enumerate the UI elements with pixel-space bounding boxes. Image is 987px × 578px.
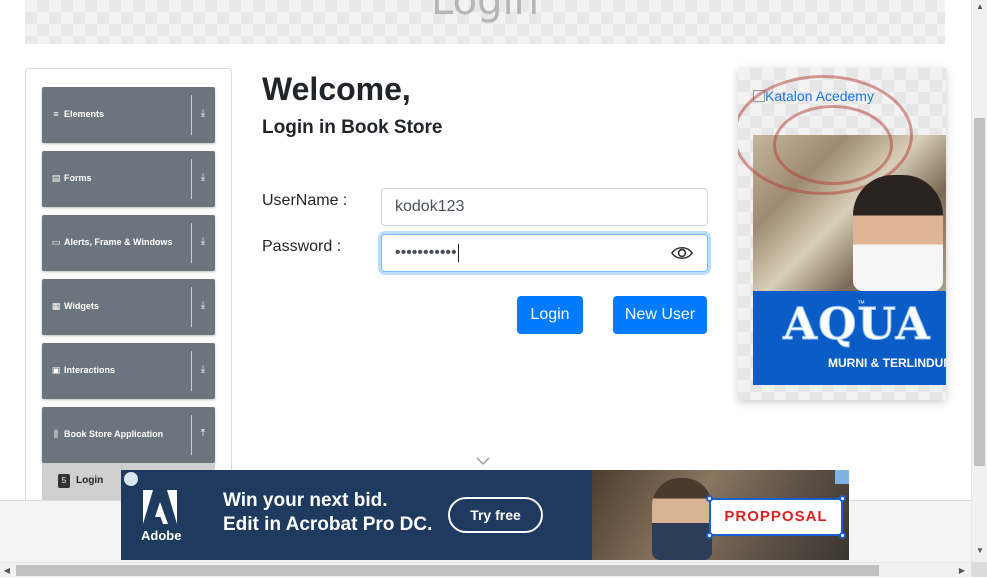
scroll-right-icon[interactable]: ▶ [955, 563, 969, 578]
proposal-label: PROPPOSAL [706, 495, 846, 539]
divider [191, 223, 192, 263]
sidebar: ≡ Elements ⤓ ▤ Forms ⤓ ▭ Alerts, Frame &… [25, 68, 232, 508]
ad-model-figure [853, 175, 943, 291]
page: Login ≡ Elements ⤓ ▤ Forms ⤓ ▭ Alerts, F… [0, 0, 971, 562]
ad-photo: PROPPOSAL [592, 470, 849, 560]
password-input[interactable]: ••••••••••• [381, 234, 708, 272]
list-icon: ▣ [51, 365, 61, 375]
new-user-button[interactable]: New User [613, 296, 707, 334]
carousel-decoration [773, 105, 893, 185]
vertical-scroll-thumb[interactable] [974, 118, 985, 466]
login-button[interactable]: Login [517, 296, 583, 334]
selection-handle [706, 495, 713, 502]
divider [191, 287, 192, 327]
page-header: Login [25, 0, 945, 44]
password-label: Password : [262, 238, 342, 255]
horizontal-scrollbar[interactable]: ◀ ▶ [0, 562, 971, 577]
ad-model-figure [652, 478, 712, 560]
adobe-logo-icon [143, 490, 177, 524]
selection-handle [706, 532, 713, 539]
scroll-up-icon[interactable]: ▲ [972, 0, 987, 14]
sidebar-item-label: Elements [64, 109, 105, 119]
adobe-brand-text: Adobe [141, 528, 182, 543]
menu-icon: ≡ [53, 109, 59, 119]
sidebar-item-interactions[interactable]: ▣ Interactions ⤓ [42, 343, 215, 399]
sidebar-item-widgets[interactable]: ▦ Widgets ⤓ [42, 279, 215, 335]
proposal-text: PROPPOSAL [724, 508, 828, 525]
eye-icon[interactable] [671, 244, 693, 262]
grid-icon: ▦ [51, 301, 61, 311]
html5-icon: 5 [58, 474, 70, 488]
try-free-button[interactable]: Try free [448, 497, 543, 533]
arrow-up-icon: ⤒ [200, 428, 206, 439]
divider [191, 415, 192, 455]
username-label: UserName : [262, 192, 348, 209]
selection-handle [839, 495, 846, 502]
ad-photo [738, 75, 946, 291]
ad-headline-2: Edit in Acrobat Pro DC. [223, 514, 433, 535]
sidebar-item-label: Book Store Application [64, 429, 164, 439]
vertical-scrollbar[interactable]: ▲ ▼ [971, 0, 987, 562]
aqua-banner: AQUA DU ™ MURNI & TERLINDUNG [753, 291, 946, 385]
arrow-down-icon: ⤓ [200, 108, 206, 119]
ad-headline: Win your next bid. [223, 490, 388, 511]
ad-choices-icon[interactable] [124, 472, 138, 486]
arrow-down-icon: ⤓ [200, 364, 206, 375]
aqua-tagline: MURNI & TERLINDUNG [828, 356, 946, 370]
sidebar-subitem-label: Login [76, 475, 104, 486]
text-cursor [457, 243, 459, 262]
scroll-down-icon[interactable]: ▼ [972, 544, 987, 558]
selection-handle [839, 532, 846, 539]
sidebar-item-alerts-frame-windows[interactable]: ▭ Alerts, Frame & Windows ⤓ [42, 215, 215, 271]
arrow-down-icon: ⤓ [200, 236, 206, 247]
sidebar-item-elements[interactable]: ≡ Elements ⤓ [42, 87, 215, 143]
sidebar-item-label: Forms [64, 173, 92, 183]
welcome-heading: Welcome, [262, 71, 411, 107]
adobe-ad-banner[interactable]: Adobe Win your next bid. Edit in Acrobat… [121, 470, 849, 560]
sidebar-item-label: Widgets [64, 301, 99, 311]
scroll-left-icon[interactable]: ◀ [0, 563, 14, 578]
login-subtitle: Login in Book Store [262, 117, 443, 138]
adobe-logo: Adobe [141, 488, 181, 546]
library-icon: ⫼ [53, 429, 59, 439]
divider [191, 95, 192, 135]
sidebar-item-forms[interactable]: ▤ Forms ⤓ [42, 151, 215, 207]
username-value: kodok123 [395, 198, 465, 215]
sidebar-item-label: Alerts, Frame & Windows [64, 237, 173, 247]
page-title: Login [431, 0, 539, 24]
document-icon: ▤ [51, 173, 61, 183]
trademark-mark: ™ [857, 299, 865, 308]
arrow-down-icon: ⤓ [200, 300, 206, 311]
username-input[interactable]: kodok123 [381, 188, 708, 226]
chevron-down-icon [476, 457, 490, 465]
password-value: ••••••••••• [395, 244, 457, 261]
ad-info-icon[interactable] [835, 470, 849, 484]
divider [191, 159, 192, 199]
arrow-down-icon: ⤓ [200, 172, 206, 183]
sidebar-item-book-store-application[interactable]: ⫼ Book Store Application ⤒ [42, 407, 215, 463]
side-ad[interactable]: Katalon Acedemy AQUA DU ™ MURNI & TERLIN… [738, 68, 946, 400]
sidebar-item-label: Interactions [64, 365, 116, 375]
window-icon: ▭ [51, 237, 61, 247]
horizontal-scroll-thumb[interactable] [16, 565, 879, 576]
divider [191, 351, 192, 391]
scrollbar-corner [971, 562, 987, 577]
